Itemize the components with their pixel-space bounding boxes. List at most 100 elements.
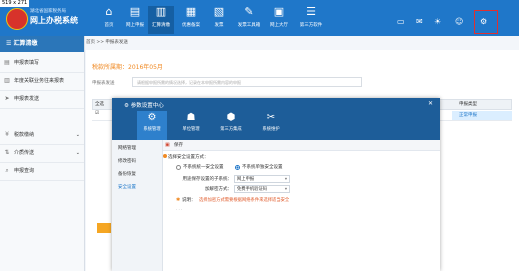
menu-network-management[interactable]: 网络管理 xyxy=(118,145,136,151)
form-icon: ▤ xyxy=(4,59,10,66)
maintenance-icon: ✂ xyxy=(266,112,276,123)
app-title: 网上办税系统 xyxy=(30,16,78,25)
list-icon: ☰ xyxy=(6,40,14,47)
radio-unified-security[interactable] xyxy=(176,165,181,170)
encryption-select[interactable]: 免费手机验证码 ▾ xyxy=(234,185,290,193)
nav-third-party[interactable]: ☰ 第三方软件 xyxy=(298,6,324,34)
close-icon[interactable]: ✕ xyxy=(428,100,433,107)
dialog-footer-text: · · · xyxy=(176,207,183,212)
radio-unified-label: 不系统统一安全设置 xyxy=(183,165,224,170)
home-icon: ⌂ xyxy=(105,5,113,18)
user-icon[interactable]: ☺ xyxy=(455,18,463,26)
logo-subtitle: 湖北省国家税务局 xyxy=(30,9,66,14)
search-label: 申报表发送 xyxy=(92,81,115,86)
security-mode-label: 选择安全设置方式： xyxy=(168,155,209,160)
settlement-icon: ▥ xyxy=(155,5,167,18)
nav-home[interactable]: ⌂ 首页 xyxy=(96,6,122,34)
sidebar-item-payment[interactable]: ¥ 税款缴纳 ⌄ xyxy=(0,126,84,145)
sidebar-item-send[interactable]: ➤ 申报表发送 xyxy=(0,90,84,109)
sidebar-item-label: 申报表发送 xyxy=(14,96,40,102)
send-icon: ➤ xyxy=(4,95,10,102)
menu-change-password[interactable]: 修改密码 xyxy=(118,158,136,164)
nav-preference-filing[interactable]: ▦ 优惠备案 xyxy=(178,6,204,34)
nav-label: 网上申报 xyxy=(126,23,144,28)
subsystem-select[interactable]: 网上申报 ▾ xyxy=(234,175,290,183)
sidebar-item-media[interactable]: ⇅ 介质传送 ⌄ xyxy=(0,144,84,163)
breadcrumb[interactable]: 首页 >> 申报表发送 xyxy=(86,37,128,48)
unit-icon: ☗ xyxy=(186,112,196,123)
nav-label: 发票工具箱 xyxy=(237,23,261,28)
tab-label: 单位管理 xyxy=(182,127,200,132)
report-icon: ▥ xyxy=(4,77,10,84)
save-button[interactable]: 保存 xyxy=(174,141,183,150)
encryption-value: 免费手机验证码 xyxy=(237,187,268,192)
encryption-label: 加解密方式： xyxy=(205,187,232,192)
note-label: 说明： xyxy=(182,198,196,203)
preference-icon: ▦ xyxy=(185,5,197,18)
integration-icon: ⬢ xyxy=(226,112,236,123)
sidebar-item-label: 年度关联业务往来报表 xyxy=(14,78,65,84)
save-icon: ▣ xyxy=(165,142,170,148)
bulb-icon[interactable]: ☀ xyxy=(434,18,441,26)
sidebar-header: ☰ 汇算清缴 xyxy=(0,36,84,52)
mail-icon[interactable]: ✉ xyxy=(416,18,423,26)
sidebar-item-form-fill[interactable]: ▤ 申报表填写 xyxy=(0,54,84,73)
sidebar-item-query[interactable]: ⌕ 申报查询 xyxy=(0,162,84,181)
sidebar-item-label: 税款缴纳 xyxy=(14,132,35,138)
hall-icon: ▣ xyxy=(273,5,285,18)
tab-unit-management[interactable]: ☗ 单位管理 xyxy=(176,111,206,140)
declare-icon: ▤ xyxy=(129,5,141,18)
thirdparty-icon: ☰ xyxy=(306,5,316,18)
sidebar-title: 汇算清缴 xyxy=(13,40,38,47)
subsystem-label: 用途保存设置的子系统： xyxy=(182,177,233,182)
menu-backup-restore[interactable]: 备份恢复 xyxy=(118,171,136,177)
highlight-box xyxy=(474,10,498,34)
menu-security-settings[interactable]: 安全设置 xyxy=(118,184,136,190)
payment-icon: ¥ xyxy=(5,131,9,138)
monitor-icon[interactable]: ▭ xyxy=(397,18,405,26)
nav-invoice-toolbox[interactable]: ✎ 发票工具箱 xyxy=(236,6,262,34)
sidebar-item-label: 申报查询 xyxy=(14,168,35,174)
tab-label: 系统维护 xyxy=(262,127,280,132)
bullet-icon xyxy=(163,154,167,158)
tax-emblem-logo xyxy=(6,8,28,30)
row-type-link[interactable]: 正常申报 xyxy=(459,111,477,120)
gear-icon: ⚙ xyxy=(124,103,131,109)
dialog-title-text: 参数设置中心 xyxy=(130,103,164,109)
nav-settlement[interactable]: ▥ 汇算清缴 xyxy=(148,6,174,34)
nav-label: 第三方软件 xyxy=(299,23,323,28)
tab-system-maintenance[interactable]: ✂ 系统维护 xyxy=(256,111,286,140)
page-title: 税款所属期：2016年05月 xyxy=(92,64,163,71)
radio-separate-label: 不系统单独安全设置 xyxy=(242,165,283,170)
nav-label: 发票 xyxy=(214,23,224,28)
column-header-type: 申报类型 xyxy=(459,102,477,107)
search-hint: 请根据申报所需的情况选择，记录在本申报所需内容的申报 xyxy=(132,77,362,87)
nav-label: 网上大厅 xyxy=(270,23,288,28)
nav-invoice[interactable]: ▧ 发票 xyxy=(206,6,232,34)
chevron-down-icon: ⌄ xyxy=(75,132,80,138)
nav-online-declare[interactable]: ▤ 网上申报 xyxy=(122,6,148,34)
nav-label: 优惠备案 xyxy=(182,23,200,28)
tab-third-party-integration[interactable]: ⬢ 第三方集成 xyxy=(216,111,246,140)
action-button[interactable] xyxy=(97,223,111,233)
chevron-down-icon: ▾ xyxy=(284,177,287,182)
nav-label: 首页 xyxy=(104,23,114,28)
dialog-title: ⚙ 参数设置中心 xyxy=(124,101,164,109)
select-all-checkbox[interactable]: 全选 xyxy=(95,100,104,109)
radio-separate-security[interactable] xyxy=(235,165,240,170)
nav-online-hall[interactable]: ▣ 网上大厅 xyxy=(266,6,292,34)
sidebar-item-related-report[interactable]: ▥ 年度关联业务往来报表 xyxy=(0,72,84,91)
info-icon: ✱ xyxy=(176,197,181,203)
row-checkbox[interactable]: ☑ xyxy=(95,111,99,116)
toolbox-icon: ✎ xyxy=(244,5,254,18)
subsystem-value: 网上申报 xyxy=(237,177,255,182)
invoice-icon: ▧ xyxy=(213,5,225,18)
sidebar-item-label: 申报表填写 xyxy=(14,60,40,66)
dimension-overlay: 519 x 271 xyxy=(0,0,30,7)
tab-system-management[interactable]: ⚙ 系统管理 xyxy=(137,111,167,140)
note-text: 选择加密方式需要根据网络条件来选择适当安全 xyxy=(199,198,290,203)
tab-label: 系统管理 xyxy=(143,127,161,132)
media-icon: ⇅ xyxy=(4,149,10,156)
chevron-down-icon: ⌄ xyxy=(75,150,80,156)
sidebar-item-label: 介质传送 xyxy=(14,150,35,156)
